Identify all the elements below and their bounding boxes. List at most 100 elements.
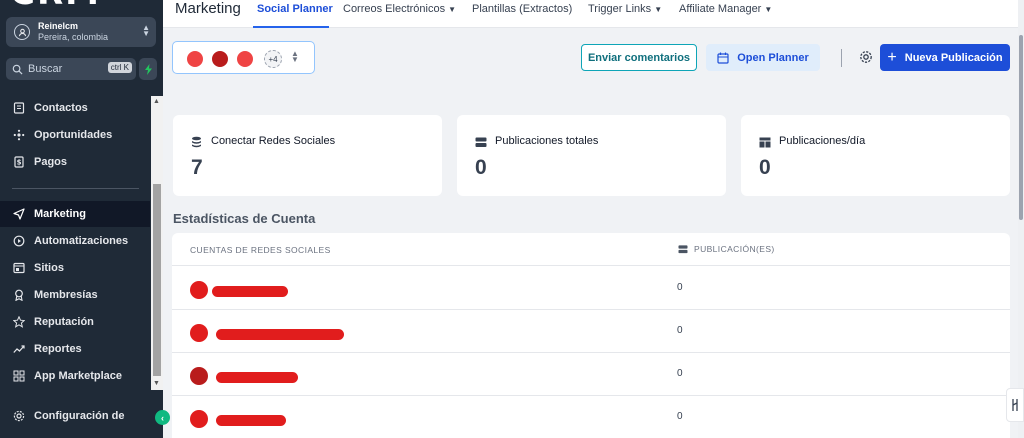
redacted-account-name (216, 329, 344, 340)
send-icon (11, 206, 27, 222)
post-count: 0 (677, 325, 683, 336)
post-count: 0 (677, 411, 683, 422)
layout-icon (759, 135, 771, 153)
help-widget-tab[interactable] (1006, 388, 1024, 422)
sidebar-item-automatizaciones[interactable]: Automatizaciones (0, 228, 150, 254)
sidebar-item-sitios[interactable]: Sitios (0, 255, 150, 281)
location-switcher[interactable]: Reinelcm Pereira, colombia ▲ ▼ (6, 17, 156, 47)
redacted-account-name (216, 372, 298, 383)
app-logo: CRM (10, 0, 120, 10)
toolbar-divider (841, 49, 842, 67)
sidebar-item-label: Reputación (34, 316, 94, 328)
account-stats-heading: Estadísticas de Cuenta (173, 211, 316, 226)
page-title: Marketing (175, 0, 241, 17)
payments-icon: $ (11, 154, 27, 170)
table-row[interactable]: 0 (172, 353, 1010, 396)
send-feedback-button[interactable]: Enviar comentarios (581, 44, 697, 71)
stat-card-posts-per-day: Publicaciones/día 0 (741, 115, 1010, 196)
table-header: CUENTAS DE REDES SOCIALES PUBLICACIÓN(ES… (172, 233, 1010, 266)
sidebar-scroll-thumb[interactable] (153, 184, 161, 376)
scroll-up-icon[interactable]: ▲ (153, 98, 160, 105)
table-row[interactable]: 0 (172, 310, 1010, 353)
tab-correos-electronicos[interactable]: Correos Electrónicos ▼ (343, 2, 456, 17)
widget-icon (1012, 399, 1018, 411)
account-stats-table: CUENTAS DE REDES SOCIALES PUBLICACIÓN(ES… (172, 233, 1010, 438)
tab-trigger-links[interactable]: Trigger Links ▼ (588, 2, 662, 17)
plus-icon: + (887, 48, 897, 66)
chevron-updown-icon: ▲ ▼ (291, 49, 299, 64)
open-planner-button[interactable]: Open Planner (706, 44, 820, 71)
lightning-icon (144, 63, 152, 75)
sidebar-item-oportunidades[interactable]: Oportunidades (0, 122, 150, 148)
quick-actions-button[interactable] (139, 58, 157, 80)
membership-icon (11, 287, 27, 303)
location-name: Reinelcm (38, 21, 79, 31)
svg-text:$: $ (17, 159, 22, 167)
calendar-icon (717, 52, 729, 64)
chevron-down-icon: ▼ (764, 5, 773, 14)
account-avatar (211, 50, 229, 68)
stat-value: 0 (475, 156, 487, 179)
sidebar-item-reportes[interactable]: Reportes (0, 336, 150, 362)
server-icon (475, 135, 487, 153)
settings-gear-button[interactable] (859, 50, 873, 69)
new-post-button[interactable]: + Nueva Publicación (880, 44, 1010, 71)
column-header: CUENTAS DE REDES SOCIALES (190, 245, 331, 255)
table-row[interactable]: 0 (172, 267, 1010, 310)
redacted-account-name (212, 286, 288, 297)
sidebar-item-label: Marketing (34, 208, 86, 220)
table-row[interactable]: 0 (172, 396, 1010, 438)
sidebar-item-contactos[interactable]: Contactos (0, 95, 150, 121)
tab-social-planner[interactable]: Social Planner (257, 2, 333, 16)
contacts-icon (11, 100, 27, 116)
top-navigation: Marketing Social Planner Correos Electró… (163, 0, 1024, 28)
account-avatar (190, 410, 208, 428)
sidebar-item-label: App Marketplace (34, 370, 123, 382)
gear-icon (11, 408, 27, 424)
chevron-down-icon: ▼ (448, 5, 457, 14)
sidebar-item-pagos[interactable]: $ Pagos (0, 149, 150, 175)
stack-icon (191, 135, 202, 153)
sidebar-item-label: Pagos (34, 156, 68, 168)
column-header: PUBLICACIÓN(ES) (678, 244, 775, 254)
active-tab-indicator (253, 26, 329, 28)
collapse-sidebar-button[interactable]: ‹ (155, 410, 170, 425)
sidebar-item-label: Membresías (34, 289, 98, 301)
stat-card-total-posts: Publicaciones totales 0 (457, 115, 726, 196)
stat-card-connected-socials: Conectar Redes Sociales 7 (173, 115, 442, 196)
sidebar-item-label: Oportunidades (34, 129, 113, 141)
opportunities-icon (11, 127, 27, 143)
sidebar-item-membresias[interactable]: Membresías (0, 282, 150, 308)
star-icon (11, 314, 27, 330)
social-account-selector[interactable]: +4 ▲ ▼ (172, 41, 315, 74)
sidebar-item-app-marketplace[interactable]: App Marketplace (0, 363, 150, 389)
account-avatar (236, 50, 254, 68)
gear-icon (860, 51, 872, 63)
account-avatar (186, 50, 204, 68)
page-scroll-thumb[interactable] (1019, 35, 1023, 220)
chevron-left-icon: ‹ (161, 412, 164, 423)
location-city: Pereira, colombia (38, 32, 109, 42)
stat-label: Publicaciones totales (495, 135, 599, 147)
chevron-down-icon: ▼ (654, 5, 663, 14)
sidebar-item-settings[interactable]: Configuración de (0, 403, 150, 429)
account-avatar (190, 324, 208, 342)
post-count: 0 (677, 368, 683, 379)
sidebar-item-label: Sitios (34, 262, 64, 274)
scroll-down-icon[interactable]: ▼ (153, 380, 160, 387)
sidebar-divider (12, 188, 139, 189)
automation-icon (11, 233, 27, 249)
sidebar-item-label: Automatizaciones (34, 235, 129, 247)
stat-value: 7 (191, 156, 203, 179)
tab-affiliate-manager[interactable]: Affiliate Manager ▼ (679, 2, 772, 17)
sidebar-item-reputacion[interactable]: Reputación (0, 309, 150, 335)
sidebar-item-marketing[interactable]: Marketing (0, 201, 150, 227)
search-label: Buscar (28, 63, 63, 75)
account-avatar (190, 367, 208, 385)
more-accounts-badge: +4 (264, 50, 282, 68)
stat-value: 0 (759, 156, 771, 179)
account-avatar (190, 281, 208, 299)
search-shortcut: ctrl K (107, 62, 132, 73)
search-button[interactable]: Buscar ctrl K (6, 58, 136, 80)
tab-plantillas-extractos[interactable]: Plantillas (Extractos) (472, 2, 572, 16)
